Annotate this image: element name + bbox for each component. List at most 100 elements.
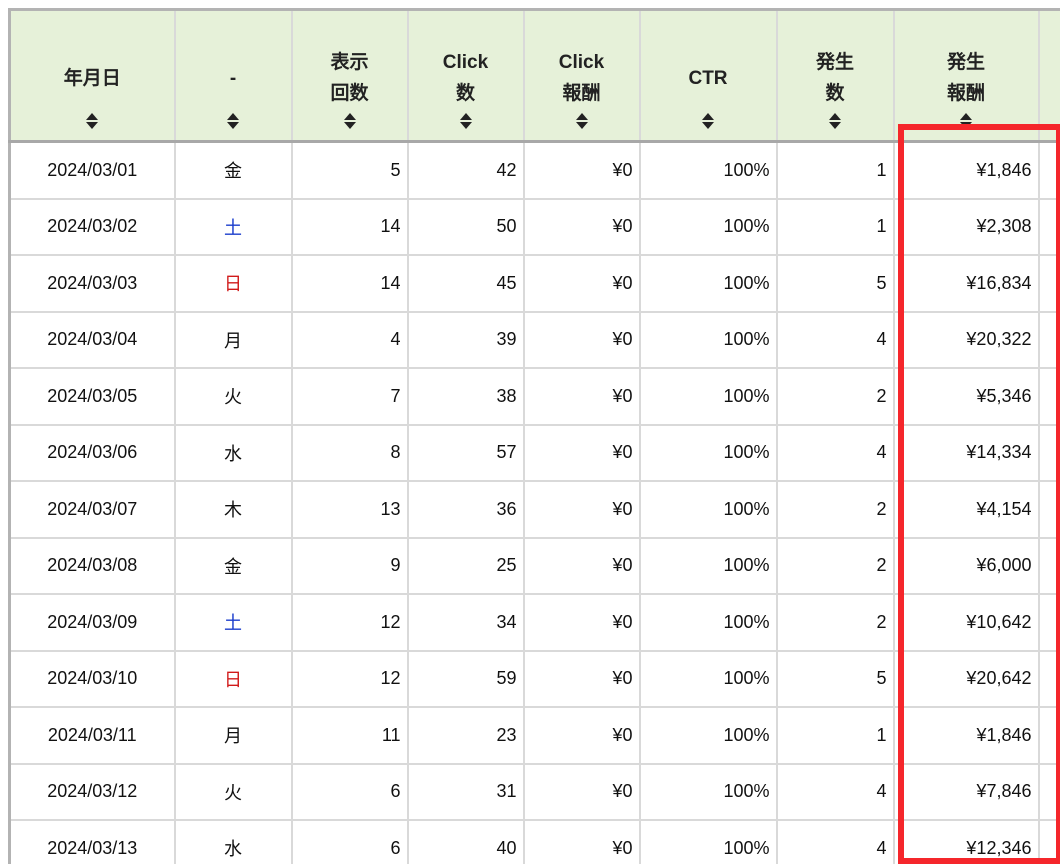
conversions-cell: 5: [775, 649, 895, 708]
clicks-cell: 38: [406, 367, 525, 426]
impressions-cell: 6: [290, 762, 409, 821]
click-reward-cell: ¥0: [522, 480, 641, 539]
header-ctr[interactable]: CTR: [638, 8, 778, 143]
header-conversion-reward[interactable]: 発生 報酬: [892, 8, 1040, 143]
impressions-cell: 14: [290, 254, 409, 313]
conversions-cell: 2: [775, 480, 895, 539]
date-cell: 2024/03/11: [8, 706, 176, 765]
day-cell: 土: [173, 593, 293, 652]
sort-updown-icon[interactable]: [227, 112, 239, 130]
header-label: 発生 報酬: [946, 52, 985, 104]
clicks-cell: 45: [406, 254, 525, 313]
conversions-cell: 4: [775, 762, 895, 821]
clicks-cell: 39: [406, 310, 525, 369]
click-reward-cell: ¥0: [522, 593, 641, 652]
sort-updown-icon[interactable]: [960, 112, 972, 130]
date-cell: 2024/03/06: [8, 423, 176, 482]
date-cell: 2024/03/08: [8, 536, 176, 595]
table-row: 2024/03/01 金 5 42 ¥0 100% 1 ¥1,846: [8, 140, 1060, 200]
overflow-cell: [1037, 762, 1060, 821]
conversion-reward-cell: ¥2,308: [892, 197, 1040, 256]
conversions-cell: 1: [775, 706, 895, 765]
overflow-cell: [1037, 536, 1060, 595]
date-cell: 2024/03/10: [8, 649, 176, 708]
sort-updown-icon[interactable]: [702, 112, 714, 130]
day-cell: 土: [173, 197, 293, 256]
table-row: 2024/03/08 金 9 25 ¥0 100% 2 ¥6,000: [8, 536, 1060, 595]
impressions-cell: 4: [290, 310, 409, 369]
header-label: CTR: [688, 68, 728, 89]
conversion-reward-cell: ¥12,346: [892, 819, 1040, 864]
conversion-reward-cell: ¥20,322: [892, 310, 1040, 369]
date-cell: 2024/03/02: [8, 197, 176, 256]
sort-updown-icon[interactable]: [575, 112, 588, 130]
conversion-reward-cell: ¥6,000: [892, 536, 1040, 595]
conversions-cell: 1: [775, 140, 895, 200]
click-reward-cell: ¥0: [522, 706, 641, 765]
impressions-cell: 7: [290, 367, 409, 426]
overflow-cell: [1037, 819, 1060, 864]
conversions-cell: 4: [775, 423, 895, 482]
overflow-cell: [1037, 480, 1060, 539]
ctr-cell: 100%: [638, 140, 778, 200]
ctr-cell: 100%: [638, 254, 778, 313]
ctr-cell: 100%: [638, 536, 778, 595]
clicks-cell: 59: [406, 649, 525, 708]
header-label: Click 数: [442, 52, 489, 104]
table-row: 2024/03/07 木 13 36 ¥0 100% 2 ¥4,154: [8, 480, 1060, 539]
header-label: -: [229, 68, 237, 89]
clicks-cell: 57: [406, 423, 525, 482]
day-cell: 月: [173, 310, 293, 369]
header-label: 表示 回数: [330, 52, 369, 104]
header-click-reward[interactable]: Click 報酬: [522, 8, 641, 143]
overflow-cell: [1037, 254, 1060, 313]
table-row: 2024/03/13 水 6 40 ¥0 100% 4 ¥12,346: [8, 819, 1060, 864]
click-reward-cell: ¥0: [522, 423, 641, 482]
sort-updown-icon[interactable]: [86, 112, 99, 130]
conversion-reward-cell: ¥10,642: [892, 593, 1040, 652]
date-cell: 2024/03/13: [8, 819, 176, 864]
header-label: 発生 数: [815, 52, 854, 104]
table-header: 年月日 - 表示 回数 Click 数 Click 報酬 CTR 発生 数 発生 報酬: [8, 8, 1060, 143]
conversion-reward-cell: ¥4,154: [892, 480, 1040, 539]
impressions-cell: 9: [290, 536, 409, 595]
table-row: 2024/03/09 土 12 34 ¥0 100% 2 ¥10,642: [8, 593, 1060, 652]
sort-updown-icon[interactable]: [459, 112, 472, 130]
daily-report-table: 年月日 - 表示 回数 Click 数 Click 報酬 CTR 発生 数 発生 報酬 202…: [8, 8, 1060, 864]
click-reward-cell: ¥0: [522, 649, 641, 708]
table-row: 2024/03/11 月 11 23 ¥0 100% 1 ¥1,846: [8, 706, 1060, 765]
day-cell: 金: [173, 536, 293, 595]
header-date[interactable]: 年月日: [8, 8, 176, 143]
ctr-cell: 100%: [638, 310, 778, 369]
day-cell: 水: [173, 423, 293, 482]
conversions-cell: 4: [775, 819, 895, 864]
ctr-cell: 100%: [638, 480, 778, 539]
day-cell: 月: [173, 706, 293, 765]
date-cell: 2024/03/03: [8, 254, 176, 313]
clicks-cell: 40: [406, 819, 525, 864]
overflow-cell: [1037, 423, 1060, 482]
header-impressions[interactable]: 表示 回数: [290, 8, 409, 143]
table-row: 2024/03/03 日 14 45 ¥0 100% 5 ¥16,834: [8, 254, 1060, 313]
conversion-reward-cell: ¥16,834: [892, 254, 1040, 313]
sort-updown-icon[interactable]: [343, 112, 356, 130]
sort-updown-icon[interactable]: [829, 112, 841, 130]
impressions-cell: 12: [290, 593, 409, 652]
impressions-cell: 11: [290, 706, 409, 765]
date-cell: 2024/03/01: [8, 140, 176, 200]
clicks-cell: 50: [406, 197, 525, 256]
ctr-cell: 100%: [638, 649, 778, 708]
header-clicks[interactable]: Click 数: [406, 8, 525, 143]
header-day-of-week[interactable]: -: [173, 8, 293, 143]
day-cell: 木: [173, 480, 293, 539]
ctr-cell: 100%: [638, 762, 778, 821]
conversions-cell: 5: [775, 254, 895, 313]
day-cell: 日: [173, 254, 293, 313]
conversions-cell: 4: [775, 310, 895, 369]
overflow-cell: [1037, 197, 1060, 256]
date-cell: 2024/03/09: [8, 593, 176, 652]
click-reward-cell: ¥0: [522, 140, 641, 200]
header-conversions[interactable]: 発生 数: [775, 8, 895, 143]
day-cell: 火: [173, 762, 293, 821]
conversions-cell: 2: [775, 593, 895, 652]
